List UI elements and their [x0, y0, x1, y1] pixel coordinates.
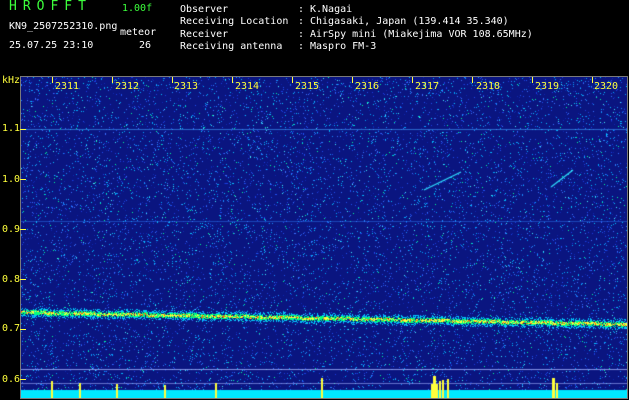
info-label: Receiver [180, 28, 229, 40]
x-tick [352, 77, 353, 83]
time-label: 2315 [295, 81, 320, 92]
app-title: HROFFT [9, 0, 92, 14]
time-label: 2313 [174, 81, 199, 92]
y-tick-label: 0.6 [2, 374, 21, 385]
x-tick [52, 77, 53, 83]
version-label: 1.00f [122, 3, 153, 14]
time-label: 2311 [55, 81, 80, 92]
station-info: Observer: K.Nagai Receiving Location: Chig… [180, 4, 533, 53]
info-value: K.Nagai [310, 4, 353, 15]
y-tick [20, 329, 26, 330]
x-tick [172, 77, 173, 83]
info-value: Chigasaki, Japan (139.414 35.340) [310, 16, 509, 28]
y-tick-label: 0.8 [2, 274, 21, 285]
info-row-receiver: Receiver: AirSpy mini (Miakejima VOR 108.… [180, 28, 533, 40]
info-row-location: Receiving Location: Chigasaki, Japan (139… [180, 16, 509, 28]
time-label: 2312 [115, 81, 140, 92]
x-tick [112, 77, 113, 83]
info-row-antenna: Receiving antenna: Maspro FM-3 [180, 40, 377, 52]
time-label: 2320 [594, 81, 619, 92]
time-label: 2318 [476, 81, 501, 92]
time-label: 2317 [415, 81, 440, 92]
info-row-observer: Observer: K.Nagai [180, 4, 353, 15]
x-tick [592, 77, 593, 83]
y-tick-label: 1.1 [2, 123, 21, 134]
info-label: Receiving antenna [180, 40, 283, 52]
y-axis-unit: kHz [2, 75, 21, 86]
x-tick [292, 77, 293, 83]
file-name: KN9_2507252310.png [9, 21, 118, 32]
info-label: Observer [180, 4, 229, 15]
y-tick [20, 379, 26, 380]
y-tick [20, 179, 26, 180]
spectrogram-image [21, 77, 627, 398]
y-tick-label: 0.9 [2, 224, 21, 235]
spectrogram [20, 76, 628, 399]
y-tick [20, 229, 26, 230]
x-tick [412, 77, 413, 83]
meteor-count: 26 [139, 40, 152, 51]
x-tick [472, 77, 473, 83]
info-value: Maspro FM-3 [310, 40, 377, 52]
x-tick [232, 77, 233, 83]
timestamp: 25.07.25 23:10 [9, 40, 94, 51]
time-label: 2316 [355, 81, 380, 92]
info-value: AirSpy mini (Miakejima VOR 108.65MHz) [310, 28, 533, 40]
time-label: 2319 [535, 81, 560, 92]
info-label: Receiving Location [180, 16, 289, 28]
y-tick-label: 0.7 [2, 323, 21, 334]
hrofft-window: HROFFT 1.00f KN9_2507252310.png meteor 2… [0, 0, 629, 400]
x-tick [532, 77, 533, 83]
y-tick-label: 1.0 [2, 174, 21, 185]
time-label: 2314 [235, 81, 260, 92]
y-tick [20, 279, 26, 280]
y-tick [20, 129, 26, 130]
meteor-label: meteor [120, 27, 157, 38]
